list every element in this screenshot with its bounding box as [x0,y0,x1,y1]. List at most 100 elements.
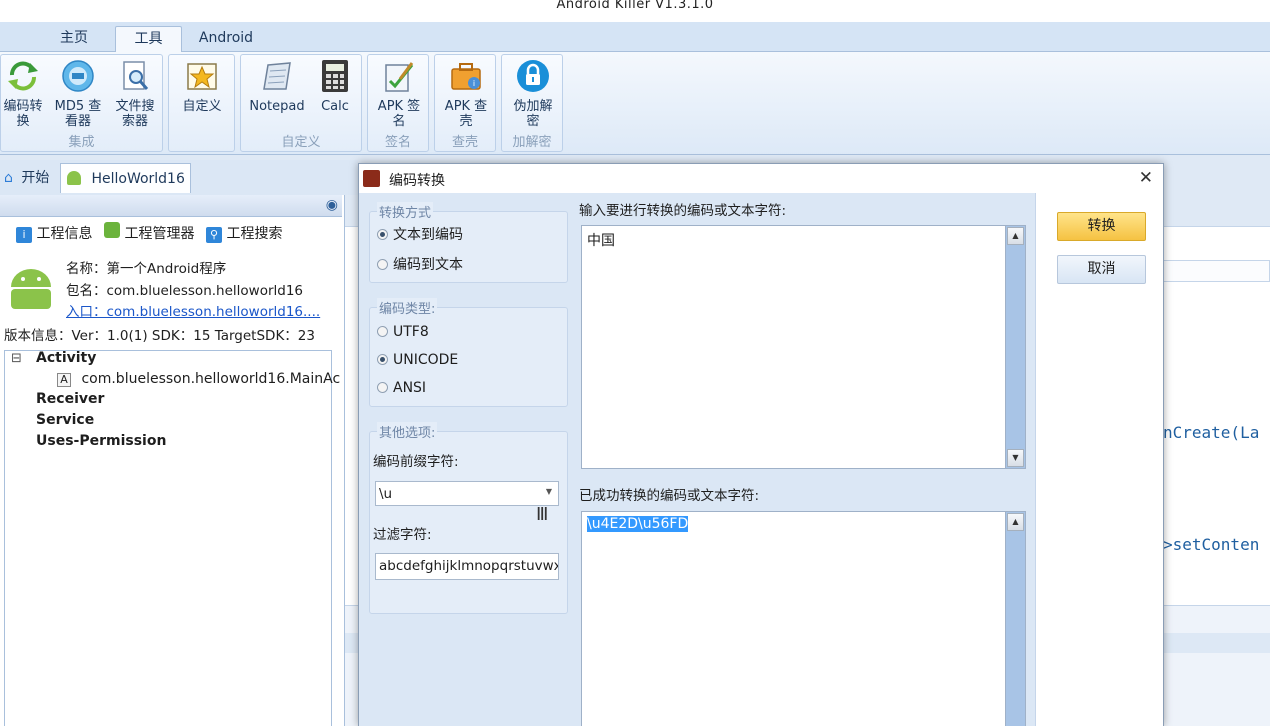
tree-expander[interactable]: ⊟ [11,351,22,366]
project-entry-link[interactable]: 入口：com.bluelesson.helloworld16.... [66,300,320,320]
eye-icon[interactable]: ◉ [326,197,338,213]
prefix-combobox[interactable]: \u ▼ [375,481,559,506]
prefix-value: \u [379,486,393,502]
tree-node-uses-permission[interactable]: Uses-Permission [36,433,166,449]
custom-label: 自定义 [182,99,222,114]
svg-text:i: i [473,79,475,88]
code-line-oncreate: nCreate(La [1163,423,1260,442]
radio-unicode-label: UNICODE [393,352,459,368]
tab-home[interactable]: 主页 [44,26,104,52]
file-search-label-1: 文件搜 [115,99,155,114]
encode-convert-icon [8,61,38,91]
input-textarea[interactable]: 中国 ▲ ▼ [581,225,1026,469]
ribbon-group-sign: APK 签 名 签名 [367,54,429,152]
project-version: 版本信息：Ver：1.0(1) SDK：15 TargetSDK：23 [4,328,315,344]
calculator-icon [322,60,348,92]
radio-code-to-text[interactable]: 编码到文本 [377,257,463,273]
tree-node-service[interactable]: Service [36,412,94,428]
output-textarea[interactable]: \u4E2D\u56FD ▲ [581,511,1026,726]
notepad-button[interactable]: Notepad [245,59,309,114]
tab-start-label: 开始 [21,170,50,186]
input-text: 中国 [587,233,615,249]
subtab-project-info-label: 工程信息 [36,226,93,242]
ribbon-group-user-tools: Notepad Calc 自定义 [240,54,362,152]
home-icon: ⌂ [4,170,13,186]
tree-node-activity-child[interactable]: A com.bluelesson.helloworld16.MainAc [57,371,340,387]
radio-utf8-dot [377,326,388,337]
radio-ansi[interactable]: ANSI [377,380,426,396]
apk-sign-icon [385,62,414,92]
file-search-icon [123,61,149,90]
apk-shell-check-button[interactable]: i APK 查 壳 [439,59,493,129]
cancel-button[interactable]: 取消 [1057,255,1146,284]
tab-helloworld16[interactable]: HelloWorld16 [60,163,191,193]
subtab-project-search[interactable]: ⚲ 工程搜索 [206,221,282,247]
apk-shell-check-label-2: 壳 [459,114,473,129]
output-label: 已成功转换的编码或文本字符: [579,488,760,504]
fake-encrypt-label-1: 伪加解 [513,99,553,114]
ribbon-group-shell: i APK 查 壳 查壳 [434,54,496,152]
filter-input[interactable]: abcdefghijklmnopqrstuvwx [375,553,559,580]
subtab-project-search-label: 工程搜索 [226,226,283,242]
chevron-down-icon: ▼ [545,487,552,496]
calc-label: Calc [321,99,349,114]
radio-unicode-dot [377,354,388,365]
md5-viewer-label-1: MD5 查 [54,99,102,114]
notepad-icon [263,62,291,90]
radio-text-to-code-dot [377,229,388,240]
dialog-titlebar: 编码转换 ✕ [359,164,1163,193]
prefix-label: 编码前缀字符: [373,454,459,470]
md5-viewer-button[interactable]: MD5 查 看器 [53,59,103,129]
subtab-project-manager[interactable]: 工程管理器 [104,221,194,247]
dialog-close-icon[interactable]: ✕ [1139,168,1153,188]
radio-unicode[interactable]: UNICODE [377,352,458,368]
convert-button[interactable]: 转换 [1057,212,1146,241]
android-icon [67,171,81,185]
scroll-down-icon[interactable]: ▼ [1007,449,1024,467]
scroll-up-icon[interactable]: ▲ [1007,227,1024,245]
ribbon-tab-bar: 主页 工具 Android [0,22,1270,52]
notepad-label: Notepad [249,99,305,114]
subtab-project-manager-label: 工程管理器 [124,226,195,242]
radio-utf8-label: UTF8 [393,324,429,340]
apk-sign-label-2: 名 [392,114,406,129]
search-icon: ⚲ [206,227,222,243]
input-scrollbar[interactable]: ▲ ▼ [1005,226,1025,468]
tab-tools[interactable]: 工具 [115,26,182,52]
tab-android[interactable]: Android [190,26,262,52]
info-icon: i [16,227,32,243]
apk-sign-button[interactable]: APK 签 名 [372,59,426,129]
radio-ansi-dot [377,382,388,393]
tree-node-receiver[interactable]: Receiver [36,391,104,407]
ribbon-group-label-custom: 自定义 [281,135,321,150]
custom-button[interactable]: 自定义 [175,59,229,114]
ribbon-group-integration: 编码转 换 MD5 查 看器 文件搜 索器 集成 [0,54,163,152]
project-name: 名称：第一个Android程序 [66,261,227,277]
tab-start[interactable]: ⌂ 开始 [0,163,56,193]
subtab-project-info[interactable]: i 工程信息 [16,221,92,247]
dialog-title: 编码转换 [389,173,445,189]
encode-convert-label-2: 换 [16,114,30,129]
project-panel: ◉ i 工程信息 工程管理器 ⚲ 工程搜索 名称：第一个Android程序 包名… [0,195,345,726]
fake-encrypt-button[interactable]: 伪加解 密 [506,59,560,129]
radio-text-to-code[interactable]: 文本到编码 [377,227,463,243]
radio-utf8[interactable]: UTF8 [377,324,429,340]
other-options-group-label: 其他选项: [377,422,438,441]
tree-node-activity[interactable]: Activity [36,350,96,366]
ribbon-group-label-integration: 集成 [68,135,95,150]
input-label: 输入要进行转换的编码或文本字符: [579,203,787,219]
output-scroll-up-icon[interactable]: ▲ [1007,513,1024,531]
panel-header: ◉ [0,195,342,217]
activity-icon: A [57,373,71,387]
window-title: Android Killer V1.3.1.0 [556,0,714,12]
encode-convert-button[interactable]: 编码转 换 [1,59,45,129]
editor-input-strip [1163,260,1270,282]
filter-label: 过滤字符: [373,527,432,543]
lock-icon [517,60,549,92]
md5-viewer-icon [62,60,94,92]
output-scrollbar[interactable]: ▲ [1005,512,1025,726]
radio-ansi-label: ANSI [393,380,427,396]
ribbon-group-label-crypto: 加解密 [512,135,552,150]
file-search-button[interactable]: 文件搜 索器 [109,59,161,129]
calc-button[interactable]: Calc [313,59,357,114]
